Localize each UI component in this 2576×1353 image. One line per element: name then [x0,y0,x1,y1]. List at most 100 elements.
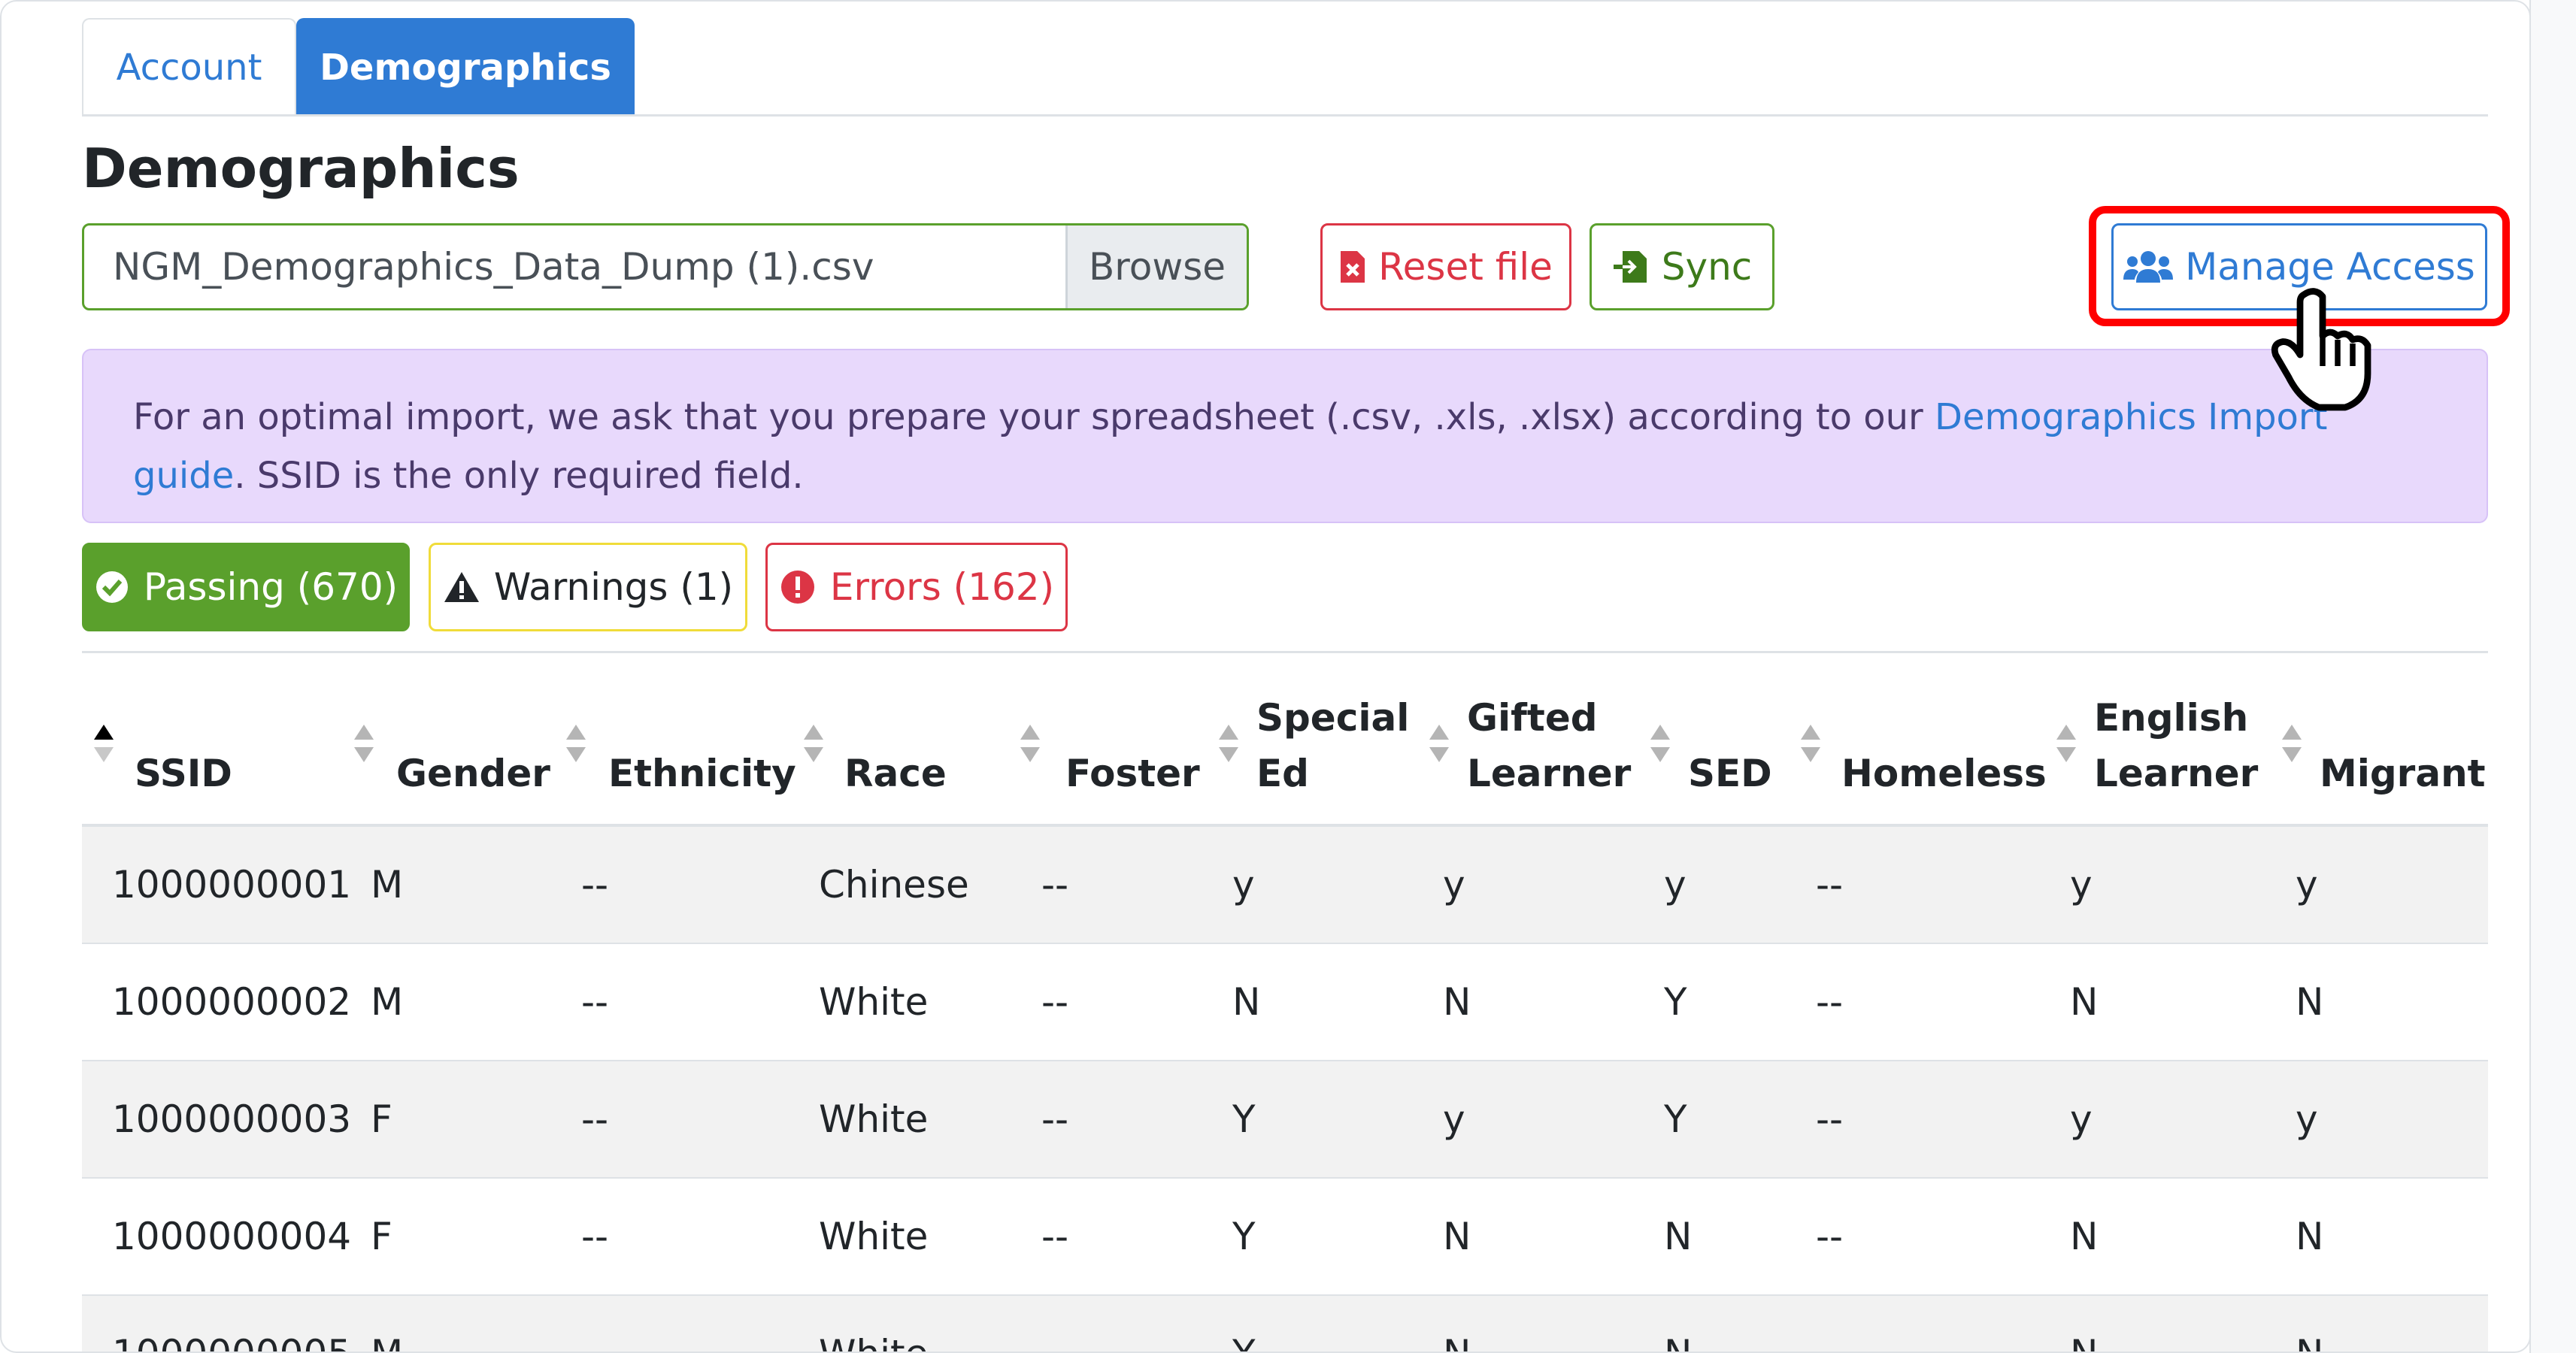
column-header[interactable]: Homeless [1841,690,2047,801]
table-cell: N [1232,980,1261,1024]
column-header[interactable]: SED [1688,690,1772,801]
table-cell: y [1232,863,1255,907]
browse-button[interactable]: Browse [1065,226,1247,308]
table-cell: N [2070,1332,2098,1351]
column-header-line2: SED [1688,752,1772,795]
sort-icon[interactable] [565,723,587,764]
column-header[interactable]: Migrant [2320,690,2486,801]
column-header-line1 [1688,690,1772,746]
sort-icon[interactable] [2281,723,2303,764]
column-header[interactable]: Race [844,690,947,801]
table-cell: y [2296,863,2318,907]
column-header-line2: Migrant [2320,752,2486,795]
manage-access-label: Manage Access [2185,245,2475,289]
alert-text-before: For an optimal import, we ask that you p… [133,396,1935,438]
column-header-line2: Foster [1065,752,1200,795]
column-header[interactable]: Special Ed [1256,690,1409,801]
table-cell: M [371,980,404,1024]
column-header-line1: English [2094,696,2249,740]
table-cell: M [371,863,404,907]
column-header-line1 [396,690,550,746]
table-cell: N [1443,980,1471,1024]
column-header[interactable]: SSID [135,690,232,801]
table-cell: -- [1041,863,1069,907]
check-badge-icon [95,571,128,603]
column-header[interactable]: English Learner [2094,690,2258,801]
table-row: 1000000001 M -- Chinese -- y y y -- y y [82,827,2488,944]
table-cell: Chinese [819,863,969,907]
table-cell: 1000000001 [112,863,352,907]
sync-button[interactable]: Sync [1590,223,1774,310]
table-row: 1000000005 M -- White -- Y N N -- N N [82,1296,2488,1351]
column-header-line1: Special [1256,696,1410,740]
sort-icon[interactable] [802,723,825,764]
table-cell: F [371,1097,392,1141]
sort-asc-icon[interactable] [92,723,115,764]
table-cell: White [819,1215,929,1258]
table-cell: N [1664,1332,1692,1351]
sort-icon[interactable] [1649,723,1671,764]
column-header[interactable]: Gifted Learner [1467,690,1631,801]
file-delete-icon [1341,251,1365,283]
sort-icon[interactable] [1217,723,1240,764]
column-header-line1 [135,690,232,746]
table-cell: -- [581,1097,609,1141]
page-title: Demographics [82,137,520,200]
reset-file-button[interactable]: Reset file [1320,223,1571,310]
table-cell: Y [1664,980,1687,1024]
warnings-filter-button[interactable]: Warnings (1) [429,543,747,631]
demographics-table: SSID Gender Ethnicity Race Foster Special… [82,655,2488,1351]
table-cell: N [1443,1215,1471,1258]
table-cell: Y [1232,1332,1256,1351]
table-cell: -- [581,1332,608,1351]
tab-account[interactable]: Account [82,18,296,116]
table-cell: 1000000002 [112,980,352,1024]
table-cell: M [371,1332,403,1351]
table-cell: White [819,980,929,1024]
column-header-line1 [1841,690,2047,746]
table-cell: -- [1041,1097,1069,1141]
sync-label: Sync [1661,245,1753,289]
table-cell: -- [1816,863,1844,907]
sort-icon[interactable] [1428,723,1450,764]
tab-demographics[interactable]: Demographics [296,18,635,116]
tabs-divider [82,114,2488,117]
file-import-icon [1613,251,1647,283]
error-icon [780,571,814,604]
table-cell: -- [1816,1215,1844,1258]
errors-filter-button[interactable]: Errors (162) [765,543,1068,631]
table-cell: 1000000003 [112,1097,352,1141]
table-cell: -- [581,980,609,1024]
errors-label: Errors (162) [829,565,1055,609]
file-name-field[interactable]: NGM_Demographics_Data_Dump (1).csv [84,226,1065,308]
table-cell: White [819,1332,928,1351]
passing-filter-button[interactable]: Passing (670) [82,543,410,631]
table-cell: 1000000004 [112,1215,352,1258]
table-cell: N [2296,980,2324,1024]
sort-icon[interactable] [353,723,375,764]
sort-icon[interactable] [1799,723,1822,764]
sort-icon[interactable] [1019,723,1041,764]
table-cell: F [371,1215,392,1258]
column-header[interactable]: Foster [1065,690,1200,801]
file-input-group[interactable]: NGM_Demographics_Data_Dump (1).csv Brows… [82,223,1249,310]
column-header-line1 [2320,690,2486,746]
users-icon [2123,251,2174,283]
column-header[interactable]: Ethnicity [608,690,796,801]
column-header-line1 [844,690,947,746]
table-cell: -- [1816,980,1844,1024]
column-header-line1 [608,690,796,746]
table-row: 1000000002 M -- White -- N N Y -- N N [82,944,2488,1061]
import-info-alert: For an optimal import, we ask that you p… [82,349,2488,523]
table-cell: -- [1041,1215,1069,1258]
table-cell: N [2296,1332,2323,1351]
scrollbar[interactable] [2529,0,2576,1353]
table-top-divider [82,651,2488,653]
table-cell: N [2070,1215,2099,1258]
table-row: 1000000004 F -- White -- Y N N -- N N [82,1179,2488,1296]
table-row: 1000000003 F -- White -- Yy Y -- y y [82,1061,2488,1179]
sort-icon[interactable] [2055,723,2077,764]
table-cell: -- [1816,1332,1843,1351]
column-header[interactable]: Gender [396,690,550,801]
table-cell: Y [1232,1215,1256,1258]
